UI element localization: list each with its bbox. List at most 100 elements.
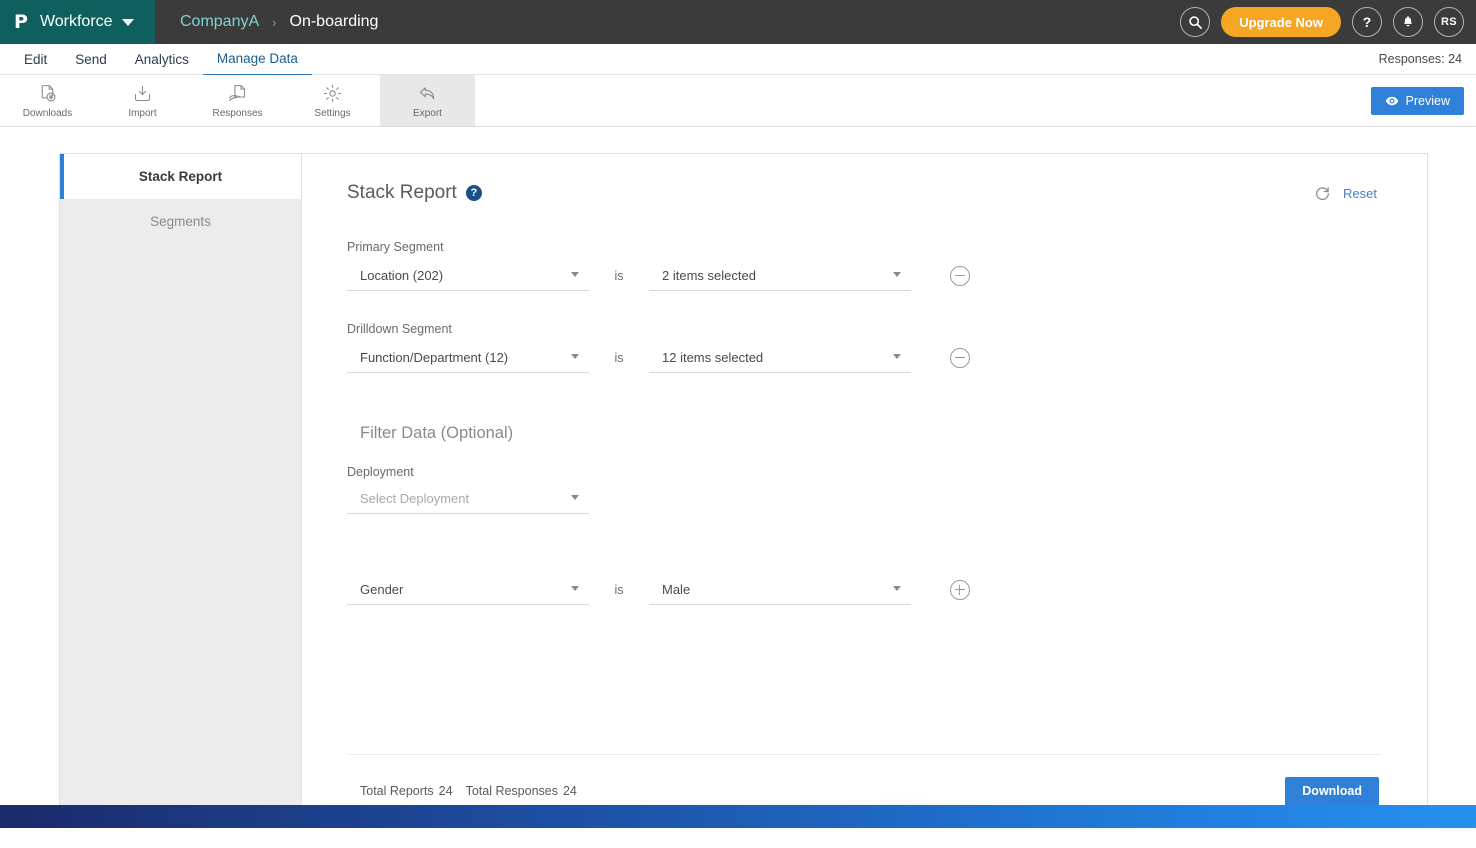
header-actions: Upgrade Now ? RS bbox=[1180, 7, 1476, 37]
chevron-down-icon bbox=[571, 495, 579, 500]
export-share-arrow-icon bbox=[417, 83, 438, 105]
brand-block[interactable]: P Workforce bbox=[0, 0, 155, 44]
product-logo-icon: P bbox=[14, 11, 28, 33]
gender-field-select[interactable]: Gender bbox=[347, 582, 589, 605]
toolbar-label: Downloads bbox=[22, 107, 73, 119]
deployment-placeholder: Select Deployment bbox=[360, 491, 470, 506]
total-reports-label: Total Reports bbox=[360, 784, 434, 798]
toolbar-label: Settings bbox=[314, 107, 351, 119]
reset-label: Reset bbox=[1343, 185, 1377, 201]
sidebar-item-label: Stack Report bbox=[138, 169, 223, 184]
page-body: Stack Report Segments Stack Report ? Res… bbox=[0, 127, 1476, 828]
filter-data-heading: Filter Data (Optional) bbox=[360, 424, 514, 442]
manage-data-toolbar: Downloads Import Responses Settings Expo… bbox=[0, 75, 1476, 127]
flex-spacer bbox=[347, 636, 1382, 754]
gender-operator: is bbox=[614, 582, 624, 597]
toolbar-item-settings[interactable]: Settings bbox=[285, 75, 380, 126]
bottom-gradient-strip bbox=[0, 805, 1476, 828]
toolbar-label: Responses bbox=[212, 107, 263, 119]
chevron-down-icon bbox=[893, 585, 901, 591]
nav-item-analytics[interactable]: Analytics bbox=[121, 44, 203, 75]
primary-segment-value-select[interactable]: 2 items selected bbox=[649, 268, 911, 291]
chevron-down-icon bbox=[571, 271, 579, 277]
total-responses-value: 24 bbox=[562, 784, 577, 798]
toolbar-actions: Preview bbox=[1370, 75, 1476, 126]
breadcrumb-current: On-boarding bbox=[289, 13, 379, 30]
page-title: Stack Report bbox=[347, 182, 457, 203]
download-button[interactable]: Download bbox=[1285, 776, 1379, 806]
document-download-icon bbox=[37, 83, 58, 105]
stack-report-card: Stack Report Segments Stack Report ? Res… bbox=[59, 153, 1428, 828]
drilldown-segment-value: 12 items selected bbox=[662, 349, 764, 365]
help-glyph: ? bbox=[1362, 14, 1372, 30]
toolbar-item-downloads[interactable]: Downloads bbox=[0, 75, 95, 126]
gender-value: Male bbox=[662, 581, 691, 597]
top-header-bar: P Workforce CompanyA › On-boarding Upgra… bbox=[0, 0, 1476, 44]
remove-drilldown-segment-button[interactable] bbox=[950, 348, 970, 368]
help-icon[interactable]: ? bbox=[465, 185, 482, 201]
toolbar-label: Export bbox=[413, 107, 442, 119]
drilldown-segment-value-select[interactable]: 12 items selected bbox=[649, 350, 911, 373]
filter-row-gap bbox=[347, 544, 1382, 580]
primary-nav: Edit Send Analytics Manage Data Response… bbox=[0, 43, 1476, 76]
notifications-bell-icon[interactable] bbox=[1393, 7, 1423, 37]
deployment-select[interactable]: Select Deployment bbox=[347, 491, 589, 514]
refresh-icon bbox=[1316, 186, 1329, 200]
nav-item-manage-data[interactable]: Manage Data bbox=[202, 43, 312, 76]
brand-name: Workforce bbox=[39, 13, 113, 30]
report-sidebar: Stack Report Segments bbox=[60, 154, 302, 827]
deployment-row: Select Deployment bbox=[347, 491, 1382, 514]
chevron-down-icon bbox=[893, 353, 901, 359]
primary-segment-row: Location (202) is 2 items selected bbox=[347, 266, 1382, 292]
primary-segment-operator: is bbox=[614, 268, 624, 283]
gender-value-select[interactable]: Male bbox=[649, 582, 911, 605]
sidebar-item-segments[interactable]: Segments bbox=[60, 199, 301, 244]
search-icon[interactable] bbox=[1180, 7, 1211, 37]
responses-count: Responses: 24 bbox=[1378, 52, 1462, 66]
gear-icon bbox=[322, 83, 343, 105]
chevron-down-icon bbox=[571, 585, 579, 591]
total-responses-label: Total Responses bbox=[465, 784, 558, 798]
toolbar-label: Import bbox=[128, 107, 157, 119]
primary-segment-value: 2 items selected bbox=[662, 267, 756, 283]
toolbar-item-responses[interactable]: Responses bbox=[190, 75, 285, 126]
sidebar-item-stack-report[interactable]: Stack Report bbox=[60, 154, 301, 199]
primary-segment-field-value: Location (202) bbox=[360, 267, 444, 283]
deployment-label: Deployment bbox=[347, 465, 414, 479]
breadcrumb-separator-icon: › bbox=[272, 14, 277, 30]
preview-label: Preview bbox=[1405, 93, 1450, 108]
drilldown-segment-field-select[interactable]: Function/Department (12) bbox=[347, 350, 589, 373]
drilldown-segment-operator: is bbox=[614, 350, 624, 365]
stack-report-panel: Stack Report ? Reset Primary Segment Loc… bbox=[302, 154, 1427, 827]
chevron-down-icon bbox=[571, 353, 579, 359]
gender-field-value: Gender bbox=[360, 581, 404, 597]
reset-button[interactable]: Reset bbox=[1314, 185, 1382, 202]
remove-primary-segment-button[interactable] bbox=[950, 266, 970, 286]
nav-item-edit[interactable]: Edit bbox=[10, 44, 61, 75]
chevron-down-icon[interactable] bbox=[121, 18, 134, 26]
drilldown-segment-row: Function/Department (12) is 12 items sel… bbox=[347, 348, 1382, 374]
chevron-down-icon bbox=[893, 271, 901, 277]
responses-hand-icon bbox=[227, 83, 248, 105]
drilldown-segment-label: Drilldown Segment bbox=[347, 322, 452, 336]
add-filter-button[interactable] bbox=[950, 580, 970, 600]
primary-segment-label: Primary Segment bbox=[347, 240, 444, 254]
preview-button[interactable]: Preview bbox=[1370, 86, 1464, 115]
total-reports-value: 24 bbox=[438, 784, 453, 798]
drilldown-segment-field-value: Function/Department (12) bbox=[360, 349, 509, 365]
nav-item-send[interactable]: Send bbox=[61, 44, 121, 75]
toolbar-item-export[interactable]: Export bbox=[380, 75, 475, 126]
breadcrumb-company[interactable]: CompanyA bbox=[180, 13, 259, 31]
import-tray-icon bbox=[132, 83, 153, 105]
help-icon[interactable]: ? bbox=[1352, 7, 1382, 37]
primary-segment-field-select[interactable]: Location (202) bbox=[347, 268, 589, 291]
sidebar-item-label: Segments bbox=[150, 214, 211, 229]
avatar[interactable]: RS bbox=[1434, 7, 1464, 37]
breadcrumb: CompanyA › On-boarding bbox=[155, 13, 378, 31]
totals-summary: Total Reports 24 Total Responses 24 bbox=[360, 784, 590, 798]
eye-icon bbox=[1385, 96, 1398, 105]
gender-filter-row: Gender is Male bbox=[347, 580, 1382, 606]
upgrade-now-button[interactable]: Upgrade Now bbox=[1221, 7, 1341, 37]
toolbar-item-import[interactable]: Import bbox=[95, 75, 190, 126]
panel-header: Stack Report ? Reset bbox=[347, 182, 1382, 204]
